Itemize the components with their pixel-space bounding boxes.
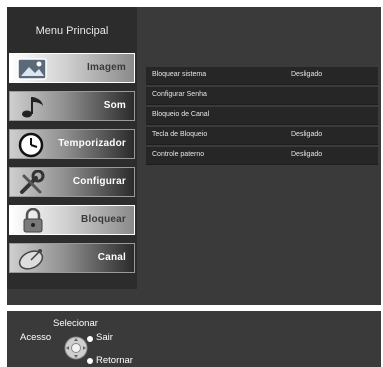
remote-help-bar: Selecionar Acesso Sair Retornar [7,311,381,367]
setting-value: Desligado [291,131,323,138]
access-hint: Acesso [20,332,52,343]
lock-settings-list: Bloquear sistema Desligado Configurar Se… [146,67,378,167]
menu-title: Menu Principal [35,25,109,37]
menu-item-label: Bloquear [81,214,126,225]
satellite-dish-icon [16,246,50,272]
music-note-icon [16,94,50,120]
menu-item-imagem[interactable]: Imagem [9,53,135,83]
tv-menu-screen: Menu Principal Imagem Som Temporizador C… [7,7,381,305]
menu-item-label: Canal [97,252,126,263]
clock-icon [16,132,50,158]
return-button-icon [87,358,93,364]
select-hint: Selecionar [53,318,98,329]
setting-value: Desligado [291,151,323,158]
menu-item-bloquear[interactable]: Bloquear [9,205,135,235]
menu-item-label: Configurar [72,176,126,187]
exit-hint: Sair [96,332,113,343]
menu-item-label: Som [103,100,126,111]
exit-button-icon [87,336,93,342]
setting-row-controle-paterno[interactable]: Controle paterno Desligado [146,147,378,165]
menu-item-som[interactable]: Som [9,91,135,121]
setting-row-bloquear-sistema[interactable]: Bloquear sistema Desligado [146,67,378,85]
menu-item-label: Temporizador [58,138,126,149]
menu-item-canal[interactable]: Canal [9,243,135,273]
navigation-pad-icon [64,336,88,360]
setting-name: Bloquear sistema [152,71,207,78]
setting-value: Desligado [291,71,323,78]
setting-row-tecla-de-bloqueio[interactable]: Tecla de Bloqueio Desligado [146,127,378,145]
image-icon [16,56,50,82]
return-hint: Retornar [96,355,133,366]
setting-name: Configurar Senha [152,91,207,98]
menu-item-label: Imagem [87,62,126,73]
tools-icon [16,170,50,196]
padlock-icon [16,208,50,234]
main-menu-sidebar: Menu Principal Imagem Som Temporizador C… [7,7,137,289]
setting-name: Tecla de Bloqueio [152,131,208,138]
setting-name: Bloqueio de Canal [152,111,210,118]
setting-row-bloqueio-de-canal[interactable]: Bloqueio de Canal [146,107,378,125]
setting-name: Controle paterno [152,151,205,158]
menu-item-configurar[interactable]: Configurar [9,167,135,197]
menu-item-temporizador[interactable]: Temporizador [9,129,135,159]
setting-row-configurar-senha[interactable]: Configurar Senha [146,87,378,105]
